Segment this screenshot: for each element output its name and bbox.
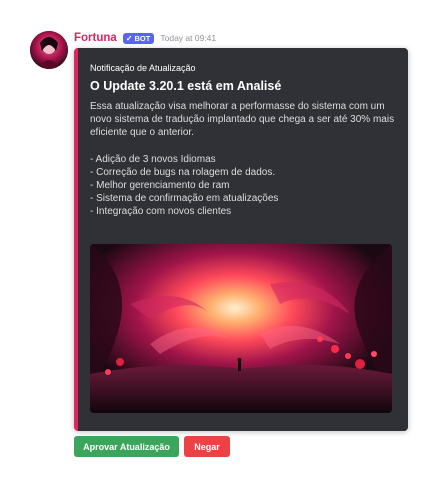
list-item: - Correção de bugs na rolagem de dados.	[90, 167, 276, 178]
action-buttons: Aprovar Atualização Negar	[74, 436, 230, 457]
embed-title: O Update 3.20.1 está em Analisé	[90, 79, 282, 93]
avatar[interactable]	[30, 31, 68, 69]
list-item: - Sistema de confirmação em atualizações	[90, 193, 279, 204]
embed-card: Notificação de Atualização O Update 3.20…	[74, 48, 408, 431]
message-header: Fortuna ✓ BOT Today at 09:41	[74, 31, 216, 45]
bot-badge: ✓ BOT	[122, 32, 155, 44]
approve-update-button[interactable]: Aprovar Atualização	[74, 436, 179, 457]
verified-check-icon: ✓	[125, 33, 133, 43]
fantasy-landscape-image	[90, 244, 392, 413]
deny-button[interactable]: Negar	[184, 436, 230, 457]
avatar-image	[30, 31, 68, 69]
list-item: - Melhor gerenciamento de ram	[90, 180, 230, 191]
embed-author: Notificação de Atualização	[90, 63, 196, 73]
embed-description: Essa atualização visa melhorar a perform…	[90, 101, 395, 138]
list-item: - Integração com novos clientes	[90, 206, 232, 217]
timestamp: Today at 09:41	[160, 33, 217, 43]
username[interactable]: Fortuna	[74, 32, 117, 44]
feature-list: - Adição de 3 novos Idiomas - Correção d…	[90, 153, 278, 218]
embed-image[interactable]	[90, 244, 392, 413]
list-item: - Adição de 3 novos Idiomas	[90, 154, 216, 165]
bot-badge-label: BOT	[134, 33, 151, 43]
